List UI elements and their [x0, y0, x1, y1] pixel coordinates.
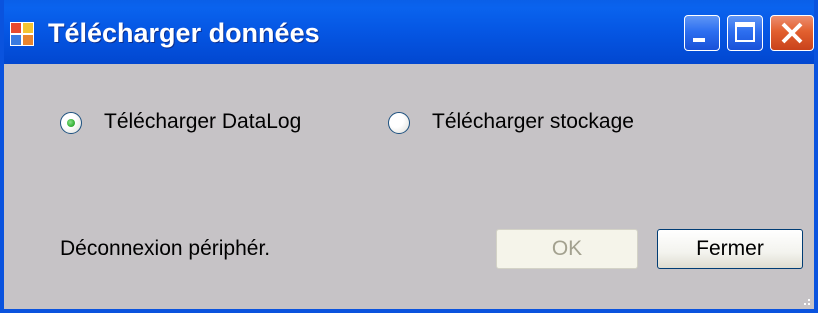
status-message: Déconnexion périphér. [60, 237, 271, 260]
radio-label-datalog: Télécharger DataLog [104, 110, 302, 133]
maximize-icon [735, 22, 755, 42]
radio-selected-dot [67, 119, 75, 127]
radio-download-storage[interactable]: Télécharger stockage [388, 108, 658, 140]
minimize-icon [693, 38, 705, 42]
radio-button[interactable] [60, 112, 82, 134]
maximize-button[interactable] [727, 15, 763, 51]
app-icon [10, 22, 34, 46]
radio-download-datalog[interactable]: Télécharger DataLog [60, 108, 320, 140]
window-title: Télécharger données [48, 18, 320, 48]
download-dialog: Télécharger données Télécharger DataLog [0, 0, 818, 313]
minimize-button[interactable] [684, 15, 720, 51]
radio-label-storage: Télécharger stockage [432, 110, 634, 133]
close-icon [781, 22, 803, 44]
close-button[interactable]: Fermer [657, 229, 803, 269]
resize-grip-icon[interactable] [798, 293, 812, 307]
close-window-button[interactable] [770, 15, 814, 51]
radio-button[interactable] [388, 112, 410, 134]
title-bar[interactable]: Télécharger données [4, 0, 814, 64]
ok-button[interactable]: OK [496, 229, 638, 269]
